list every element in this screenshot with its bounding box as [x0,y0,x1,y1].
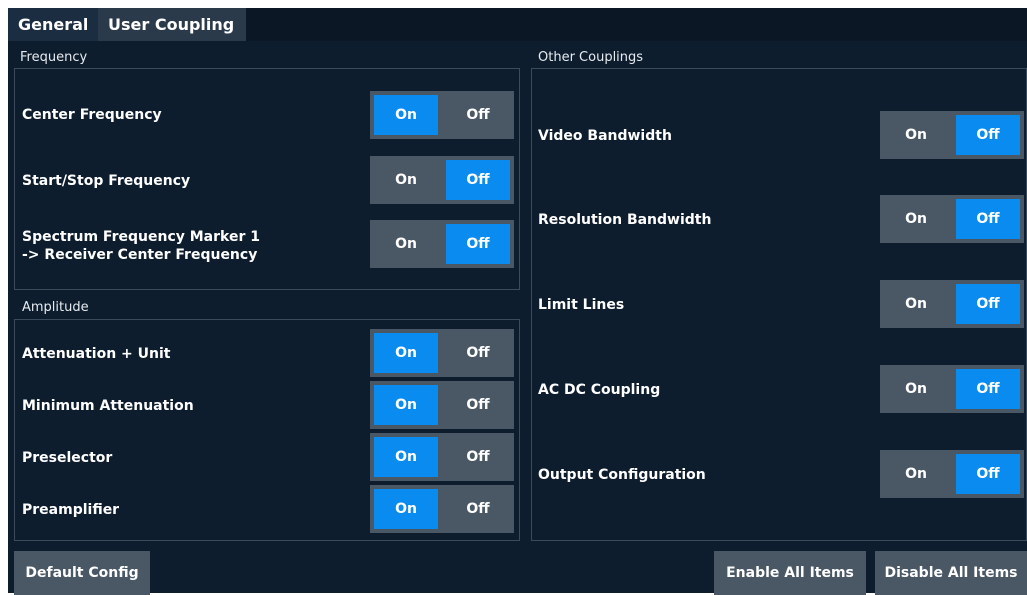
attenuation-unit-toggle[interactable]: On Off [370,329,514,377]
minimum-attenuation-toggle[interactable]: On Off [370,381,514,429]
video-bandwidth-off[interactable]: Off [956,115,1020,155]
output-configuration-on[interactable]: On [884,454,948,494]
ac-dc-coupling-toggle[interactable]: On Off [880,365,1024,413]
ac-dc-coupling-off[interactable]: Off [956,369,1020,409]
marker-to-receiver-on[interactable]: On [374,224,438,264]
resolution-bandwidth-toggle[interactable]: On Off [880,195,1024,243]
start-stop-frequency-on[interactable]: On [374,160,438,200]
minimum-attenuation-on[interactable]: On [374,385,438,425]
video-bandwidth-label: Video Bandwidth [538,128,672,144]
output-configuration-off[interactable]: Off [956,454,1020,494]
limit-lines-toggle[interactable]: On Off [880,280,1024,328]
marker-label-line1: Spectrum Frequency Marker 1 [22,229,260,245]
minimum-attenuation-label: Minimum Attenuation [22,398,194,414]
preselector-off[interactable]: Off [446,437,510,477]
marker-label-line2: -> Receiver Center Frequency [22,247,258,263]
preselector-label: Preselector [22,450,113,466]
center-frequency-label: Center Frequency [22,107,162,123]
marker-to-receiver-off[interactable]: Off [446,224,510,264]
preamplifier-label: Preamplifier [22,502,120,518]
output-configuration-toggle[interactable]: On Off [880,450,1024,498]
center-frequency-toggle[interactable]: On Off [370,91,514,139]
resolution-bandwidth-label: Resolution Bandwidth [538,212,712,228]
center-frequency-on[interactable]: On [374,95,438,135]
center-frequency-off[interactable]: Off [446,95,510,135]
amplitude-section-title: Amplitude [22,300,89,315]
tab-user-coupling[interactable]: User Coupling [98,8,246,41]
limit-lines-off[interactable]: Off [956,284,1020,324]
enable-all-items-button[interactable]: Enable All Items [714,551,866,595]
limit-lines-on[interactable]: On [884,284,948,324]
output-configuration-label: Output Configuration [538,467,706,483]
marker-to-receiver-label: Spectrum Frequency Marker 1 -> Receiver … [22,228,260,264]
other-couplings-section-title: Other Couplings [538,50,644,65]
attenuation-unit-off[interactable]: Off [446,333,510,373]
start-stop-frequency-toggle[interactable]: On Off [370,156,514,204]
attenuation-unit-label: Attenuation + Unit [22,346,171,362]
ac-dc-coupling-on[interactable]: On [884,369,948,409]
ac-dc-coupling-label: AC DC Coupling [538,382,661,398]
disable-all-items-button[interactable]: Disable All Items [875,551,1027,595]
preselector-toggle[interactable]: On Off [370,433,514,481]
resolution-bandwidth-on[interactable]: On [884,199,948,239]
minimum-attenuation-off[interactable]: Off [446,385,510,425]
frequency-section-title: Frequency [20,50,88,65]
start-stop-frequency-label: Start/Stop Frequency [22,173,191,189]
marker-to-receiver-toggle[interactable]: On Off [370,220,514,268]
tab-general[interactable]: General [8,8,98,41]
preselector-on[interactable]: On [374,437,438,477]
resolution-bandwidth-off[interactable]: Off [956,199,1020,239]
default-config-button[interactable]: Default Config [14,551,150,595]
preamplifier-on[interactable]: On [374,489,438,529]
start-stop-frequency-off[interactable]: Off [446,160,510,200]
video-bandwidth-on[interactable]: On [884,115,948,155]
limit-lines-label: Limit Lines [538,297,625,313]
video-bandwidth-toggle[interactable]: On Off [880,111,1024,159]
attenuation-unit-on[interactable]: On [374,333,438,373]
preamplifier-toggle[interactable]: On Off [370,485,514,533]
preamplifier-off[interactable]: Off [446,489,510,529]
